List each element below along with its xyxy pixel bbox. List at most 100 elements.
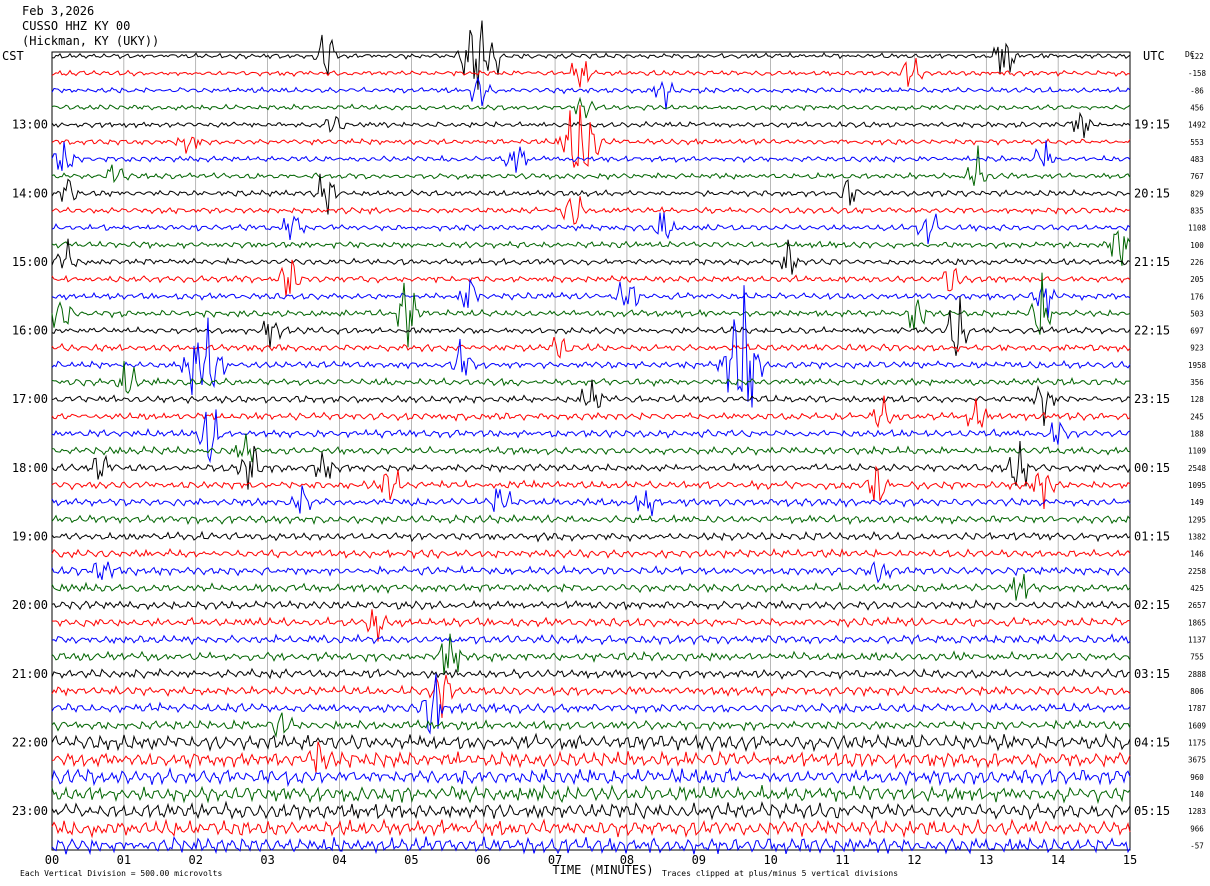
seismic-trace-row-1 — [51, 58, 1131, 88]
dc-offset-label: 2888 — [1188, 670, 1207, 679]
dc-offset-label: 923 — [1190, 344, 1204, 353]
cst-hour-label: 13:00 — [12, 118, 48, 132]
dc-offset-label: 1175 — [1188, 738, 1206, 747]
dc-offset-label: 1283 — [1188, 807, 1206, 816]
dc-offset-label: 188 — [1190, 430, 1204, 439]
seismic-trace-row-13 — [51, 259, 1131, 298]
cst-hour-label: 23:00 — [12, 804, 48, 818]
seismic-trace-row-29 — [51, 548, 1131, 560]
seismic-trace-row-37 — [51, 674, 1131, 718]
x-tick-label: 09 — [692, 853, 706, 867]
dc-offset-label: 2657 — [1188, 601, 1206, 610]
utc-zone-label: UTC — [1143, 49, 1165, 63]
x-tick-label: 00 — [45, 853, 59, 867]
dc-offset-label: 553 — [1190, 138, 1204, 147]
cst-zone-label: CST — [2, 49, 24, 63]
dc-offset-label: 960 — [1190, 773, 1204, 782]
dc-offset-label: 829 — [1190, 189, 1204, 198]
dc-offset-label: 806 — [1190, 687, 1204, 696]
dc-offset-label: 128 — [1190, 395, 1204, 404]
dc-offset-label: 3675 — [1188, 756, 1206, 765]
dc-offset-label: 1382 — [1188, 533, 1206, 542]
cst-hour-label: 18:00 — [12, 461, 48, 475]
dc-offset-label: 697 — [1190, 327, 1204, 336]
seismic-trace-row-39 — [51, 712, 1131, 738]
clipping-note: Traces clipped at plus/minus 5 vertical … — [662, 869, 898, 878]
dc-offset-label: 1109 — [1188, 447, 1206, 456]
dc-offset-label: 146 — [1190, 550, 1204, 559]
dc-offset-label: -158 — [1188, 69, 1207, 78]
dc-offset-label: 140 — [1190, 790, 1204, 799]
x-tick-label: 03 — [260, 853, 274, 867]
dc-offset-label: 835 — [1190, 206, 1204, 215]
cst-hour-label: 19:00 — [12, 530, 48, 544]
x-tick-label: 13 — [979, 853, 993, 867]
cst-hour-label: 21:00 — [12, 667, 48, 681]
dc-offset-label: 176 — [1190, 292, 1204, 301]
utc-hour-label: 04:15 — [1134, 735, 1170, 749]
cst-hour-label: 22:00 — [12, 735, 48, 749]
seismic-trace-row-30 — [51, 560, 1131, 584]
x-tick-label: 15 — [1123, 853, 1137, 867]
seismic-trace-row-8 — [51, 173, 1131, 215]
x-axis-label: TIME (MINUTES) — [552, 863, 653, 877]
dc-offset-label: 966 — [1190, 824, 1204, 833]
x-tick-label: 14 — [1051, 853, 1065, 867]
utc-hour-label: 19:15 — [1134, 118, 1170, 132]
seismic-trace-row-27 — [51, 514, 1131, 526]
utc-hour-label: 02:15 — [1134, 598, 1170, 612]
helicorder-chart: 122-158-86456149255348376782983511081002… — [2, 20, 1207, 878]
cst-hour-label: 14:00 — [12, 186, 48, 200]
x-tick-label: 12 — [907, 853, 921, 867]
seismic-trace-row-10 — [51, 212, 1131, 245]
utc-hour-label: 03:15 — [1134, 667, 1170, 681]
dc-offset-label: 1492 — [1188, 121, 1206, 130]
seismic-trace-row-36 — [51, 667, 1131, 681]
dc-offset-label: 356 — [1190, 378, 1204, 387]
dc-offset-label: 1865 — [1188, 618, 1206, 627]
seismic-trace-row-28 — [51, 530, 1131, 543]
utc-hour-label: 20:15 — [1134, 186, 1170, 200]
seismic-trace-row-21 — [51, 395, 1131, 429]
x-tick-label: 04 — [332, 853, 346, 867]
dc-offset-label: 149 — [1190, 498, 1204, 507]
x-tick-label: 10 — [763, 853, 777, 867]
utc-hour-label: 21:15 — [1134, 255, 1170, 269]
seismic-trace-row-16 — [51, 296, 1131, 356]
seismic-trace-row-34 — [51, 633, 1131, 646]
dc-offset-label: 245 — [1190, 412, 1204, 421]
seismic-trace-row-31 — [51, 573, 1131, 601]
cst-hour-label: 16:00 — [12, 324, 48, 338]
dc-offset-label: -57 — [1190, 841, 1204, 850]
seismic-trace-row-9 — [51, 196, 1131, 225]
x-tick-label: 11 — [835, 853, 849, 867]
cst-hour-label: 15:00 — [12, 255, 48, 269]
seismic-trace-row-42 — [51, 767, 1131, 788]
seismic-trace-row-44 — [51, 800, 1131, 821]
utc-hour-label: 00:15 — [1134, 461, 1170, 475]
seismic-trace-row-7 — [51, 145, 1131, 186]
dc-offset-label: 1295 — [1188, 515, 1206, 524]
dc-offset-label: 226 — [1190, 258, 1204, 267]
seismic-trace-row-24 — [51, 440, 1131, 490]
x-tick-label: 05 — [404, 853, 418, 867]
dc-offset-label: 1108 — [1188, 224, 1207, 233]
x-tick-label: 01 — [117, 853, 131, 867]
dc-offset-label: 2548 — [1188, 464, 1207, 473]
dc-offset-label: -86 — [1190, 86, 1204, 95]
seismic-trace-row-33 — [51, 609, 1131, 642]
utc-hour-label: 23:15 — [1134, 392, 1170, 406]
chart-location: (Hickman, KY (UKY)) — [22, 34, 160, 48]
dc-offset-label: 425 — [1190, 584, 1204, 593]
x-tick-label: 06 — [476, 853, 490, 867]
utc-hour-label: 22:15 — [1134, 324, 1170, 338]
dc-offset-label: 205 — [1190, 275, 1204, 284]
dc-header-label: DC — [1185, 50, 1195, 59]
seismic-trace-row-43 — [51, 783, 1131, 805]
dc-offset-label: 755 — [1190, 653, 1204, 662]
seismic-trace-row-46 — [51, 835, 1131, 856]
chart-station: CUSSO HHZ KY 00 — [22, 19, 131, 33]
dc-offset-label: 1609 — [1188, 721, 1206, 730]
dc-offset-label: 1137 — [1188, 635, 1206, 644]
dc-offset-label: 503 — [1190, 309, 1204, 318]
